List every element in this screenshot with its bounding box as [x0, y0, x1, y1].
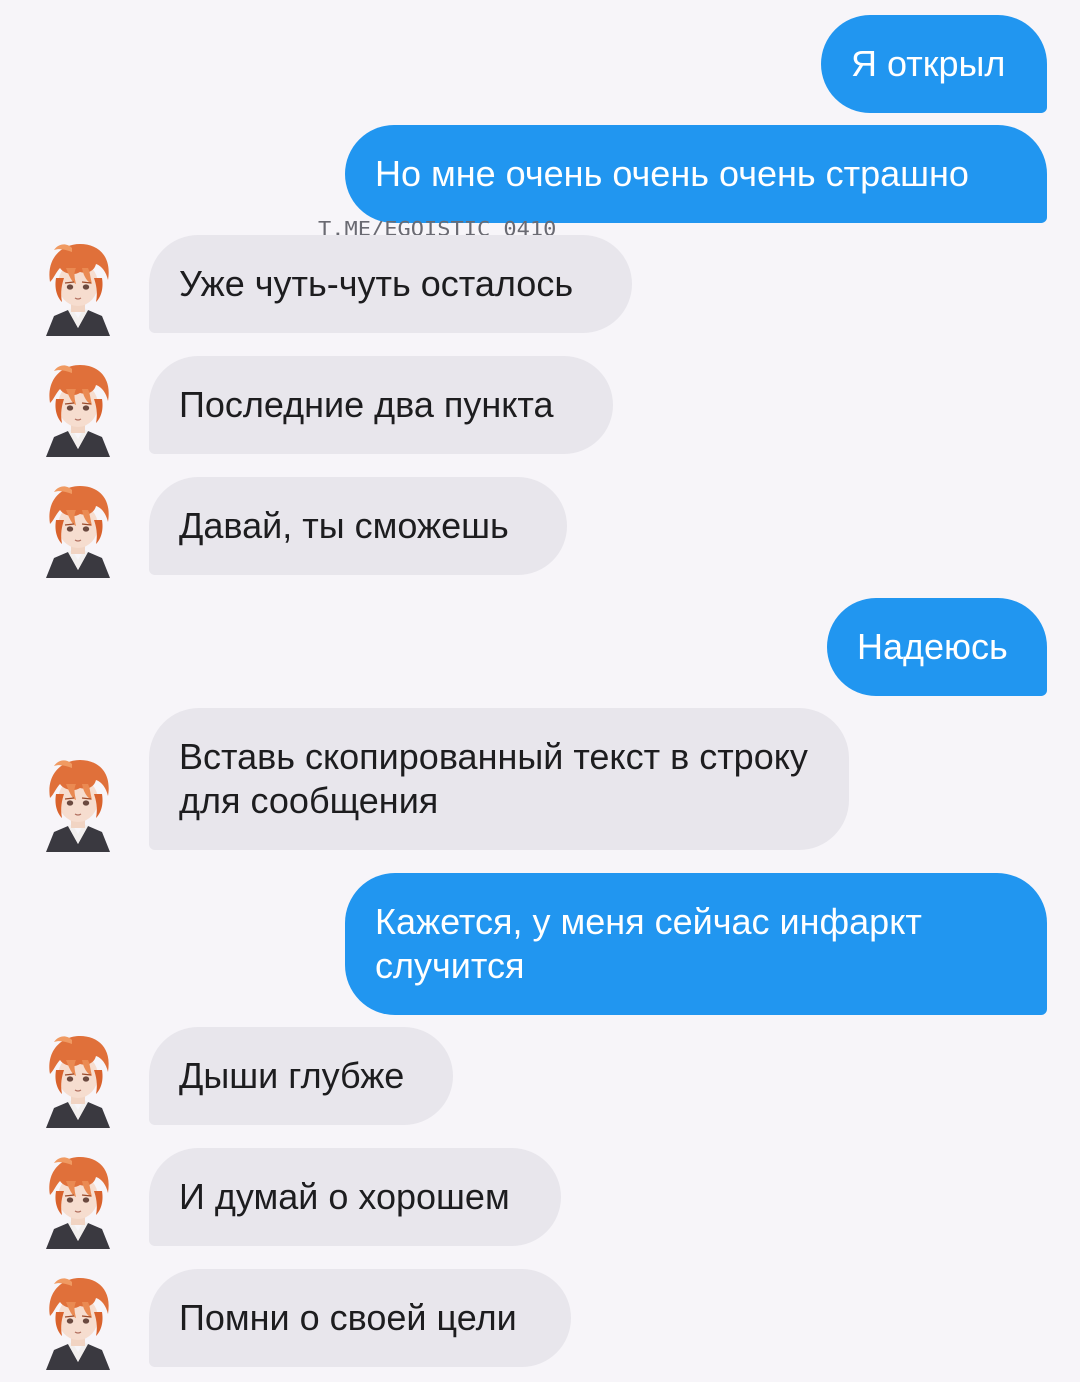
message-text: Я открыл — [851, 43, 1006, 84]
message-text: Кажется, у меня сейчас инфаркт случится — [375, 901, 922, 986]
message-text: Последние два пункта — [179, 384, 554, 425]
contact-avatar[interactable] — [36, 480, 120, 578]
message-incoming[interactable]: Вставь скопированный текст в строку для … — [149, 708, 849, 850]
message-text: И думай о хорошем — [179, 1176, 510, 1217]
chat-thread[interactable]: Я открыл Но мне очень очень очень страшн… — [0, 0, 1080, 1382]
message-text: Уже чуть-чуть осталось — [179, 263, 574, 304]
message-outgoing[interactable]: Кажется, у меня сейчас инфаркт случится — [345, 873, 1047, 1015]
message-outgoing[interactable]: Надеюсь — [827, 598, 1047, 696]
message-text: Надеюсь — [857, 626, 1008, 667]
message-incoming[interactable]: Уже чуть-чуть осталось — [149, 235, 632, 333]
contact-avatar[interactable] — [36, 359, 120, 457]
message-outgoing[interactable]: Но мне очень очень очень страшно — [345, 125, 1047, 223]
message-text: Помни о своей цели — [179, 1297, 517, 1338]
message-text: Вставь скопированный текст в строку для … — [179, 736, 808, 821]
message-incoming[interactable]: Последние два пункта — [149, 356, 613, 454]
message-incoming[interactable]: Дыши глубже — [149, 1027, 453, 1125]
contact-avatar[interactable] — [36, 238, 120, 336]
message-incoming[interactable]: И думай о хорошем — [149, 1148, 561, 1246]
message-outgoing[interactable]: Я открыл — [821, 15, 1047, 113]
message-text: Дыши глубже — [179, 1055, 405, 1096]
contact-avatar[interactable] — [36, 1030, 120, 1128]
message-incoming[interactable]: Помни о своей цели — [149, 1269, 571, 1367]
contact-avatar[interactable] — [36, 1272, 120, 1370]
message-incoming[interactable]: Давай, ты сможешь — [149, 477, 567, 575]
message-text: Давай, ты сможешь — [179, 505, 509, 546]
contact-avatar[interactable] — [36, 1151, 120, 1249]
contact-avatar[interactable] — [36, 754, 120, 852]
message-text: Но мне очень очень очень страшно — [375, 153, 969, 194]
